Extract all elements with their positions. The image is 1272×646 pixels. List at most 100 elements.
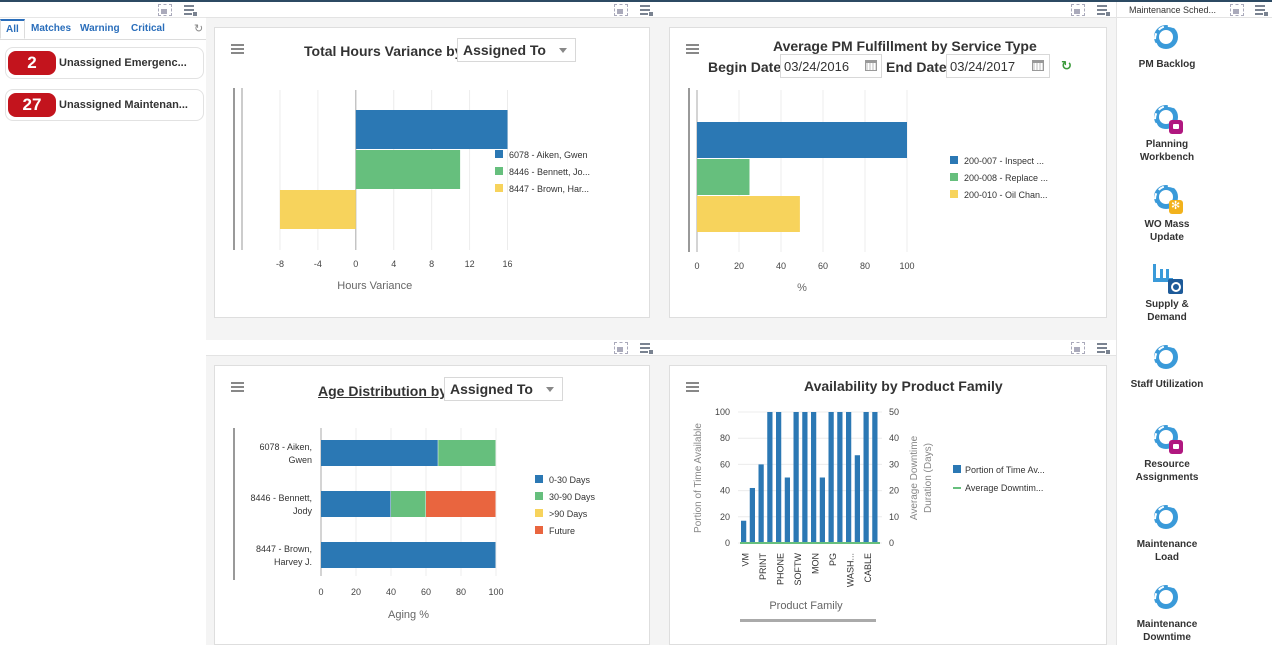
launcher-pm-backlog[interactable]: PM Backlog	[1117, 24, 1217, 71]
bar	[863, 412, 869, 543]
launcher-maintenance-load[interactable]: Maintenance Load	[1117, 504, 1217, 564]
y-tick-label: 0	[725, 538, 730, 548]
maximize-icon[interactable]	[158, 4, 172, 16]
alert-label: Unassigned Emergenc...	[59, 57, 187, 69]
availability-chart: 0 0 20 10 40 20 60 30 80 40 100 50 Portion of Time A…	[693, 407, 1045, 622]
maximize-icon[interactable]	[614, 342, 628, 354]
x-tick-label: PRINT	[758, 552, 768, 580]
y-tick-label: 8447 - Brown,	[256, 544, 312, 554]
pm-fulfillment-card: Average PM Fulfillment by Service Type B…	[669, 27, 1107, 318]
launcher-maintenance-downtime[interactable]: Maintenance Downtime	[1117, 584, 1217, 644]
bar	[355, 150, 461, 189]
y-tick-label: 40	[720, 486, 730, 496]
y2-tick-label: 30	[889, 459, 899, 469]
alert-item[interactable]: 2 Unassigned Emergenc...	[5, 47, 204, 79]
legend-label: 200-007 - Inspect ...	[964, 156, 1044, 166]
x-axis-title: %	[797, 282, 807, 294]
launcher-resource-assignments[interactable]: Resource Assignments	[1117, 424, 1217, 484]
y2-tick-label: 20	[889, 486, 899, 496]
panel-menu-icon[interactable]	[1254, 4, 1268, 16]
maximize-icon[interactable]	[1230, 4, 1244, 16]
bar	[697, 159, 750, 195]
x-tick-label: 20	[734, 261, 744, 271]
age-distribution-chart: 0 20 40 60 80 100 Aging % 6078 - Aiken, Gwen 8446…	[233, 428, 596, 621]
launcher-staff-utilization[interactable]: Staff Utilization	[1117, 344, 1217, 391]
legend-label: 30-90 Days	[549, 492, 596, 502]
tab-warning[interactable]: Warning	[80, 23, 120, 34]
maximize-icon[interactable]	[1071, 4, 1085, 16]
bar-segment	[321, 542, 496, 568]
panel-menu-icon[interactable]	[1096, 4, 1110, 16]
bar	[793, 412, 799, 543]
x-axis-title: Product Family	[769, 600, 843, 612]
age-distribution-card: Age Distribution by Assigned To 0 20 40 60 8…	[214, 365, 650, 645]
availability-card: Availability by Product Family 0 0 20 10 40 2…	[669, 365, 1107, 645]
bar	[854, 455, 860, 543]
alert-label: Unassigned Maintenan...	[59, 99, 188, 111]
maximize-icon[interactable]	[614, 4, 628, 16]
launcher-label: Maintenance Load	[1136, 539, 1198, 563]
x-tick-label: 0	[318, 587, 323, 597]
bar-segment	[321, 491, 391, 517]
scrollbar[interactable]	[740, 619, 876, 622]
cycle-briefcase-icon	[1153, 104, 1183, 134]
x-tick-label: 60	[421, 587, 431, 597]
launcher-wo-mass-update[interactable]: WO MassUpdate	[1117, 184, 1217, 244]
bar	[811, 412, 817, 543]
panel-header	[661, 2, 1116, 18]
legend-swatch	[950, 190, 958, 198]
bar	[776, 412, 782, 543]
tab-critical[interactable]: Critical	[131, 23, 165, 34]
launcher-label: Maintenance Downtime	[1136, 619, 1198, 643]
y-tick-label: 60	[720, 459, 730, 469]
alert-item[interactable]: 27 Unassigned Maintenan...	[5, 89, 204, 121]
legend-swatch	[535, 526, 543, 534]
x-tick-label: 100	[899, 261, 914, 271]
cycle-icon	[1153, 344, 1182, 373]
panel-header	[661, 340, 1116, 356]
cycle-icon	[1153, 24, 1182, 53]
tab-matches[interactable]: Matches	[31, 23, 71, 34]
tab-all[interactable]: All	[0, 19, 25, 39]
y-tick-label: 80	[720, 433, 730, 443]
cycle-icon	[1153, 584, 1182, 613]
maximize-icon[interactable]	[1071, 342, 1085, 354]
y2-axis-title: Average Downtime	[909, 435, 920, 520]
x-tick-label: 60	[818, 261, 828, 271]
y-tick-label: 8446 - Bennett,	[250, 493, 312, 503]
launcher-planning-workbench[interactable]: Planning Workbench	[1117, 104, 1217, 164]
y-tick-label: 6078 - Aiken,	[259, 442, 312, 452]
x-tick-label: 80	[456, 587, 466, 597]
bar	[758, 464, 764, 543]
legend-swatch	[495, 150, 503, 158]
panel-menu-icon[interactable]	[1096, 342, 1110, 354]
bar	[819, 477, 825, 543]
hours-variance-chart: -8 -4 0 4 8 12 16 Hours Variance 6078 - Aiken, G…	[233, 88, 590, 292]
springboard-header: Maintenance Sched...	[1117, 2, 1272, 18]
panel-menu-icon[interactable]	[639, 4, 653, 16]
cycle-icon	[1153, 504, 1182, 533]
bar	[767, 412, 773, 543]
y2-tick-label: 50	[889, 407, 899, 417]
refresh-watchlist-icon[interactable]: ↻	[194, 22, 203, 35]
bar	[846, 412, 852, 543]
bar	[802, 412, 808, 543]
x-tick-label: -8	[276, 259, 284, 269]
panel-menu-icon[interactable]	[639, 342, 653, 354]
panel-header	[206, 2, 661, 18]
bar	[872, 412, 878, 543]
x-tick-label: 8	[429, 259, 434, 269]
x-tick-label: -4	[314, 259, 322, 269]
bar-segment	[391, 491, 426, 517]
legend-swatch	[535, 492, 543, 500]
bar	[279, 190, 356, 229]
x-tick-label: 100	[488, 587, 503, 597]
legend-label: Portion of Time Av...	[965, 465, 1045, 475]
legend-swatch	[950, 173, 958, 181]
bar	[749, 487, 755, 543]
launcher-supply-demand[interactable]: Supply & Demand	[1117, 264, 1217, 324]
x-tick-label: 20	[351, 587, 361, 597]
x-tick-label: PG	[828, 553, 838, 566]
panel-menu-icon[interactable]	[183, 4, 197, 16]
legend-swatch	[495, 184, 503, 192]
